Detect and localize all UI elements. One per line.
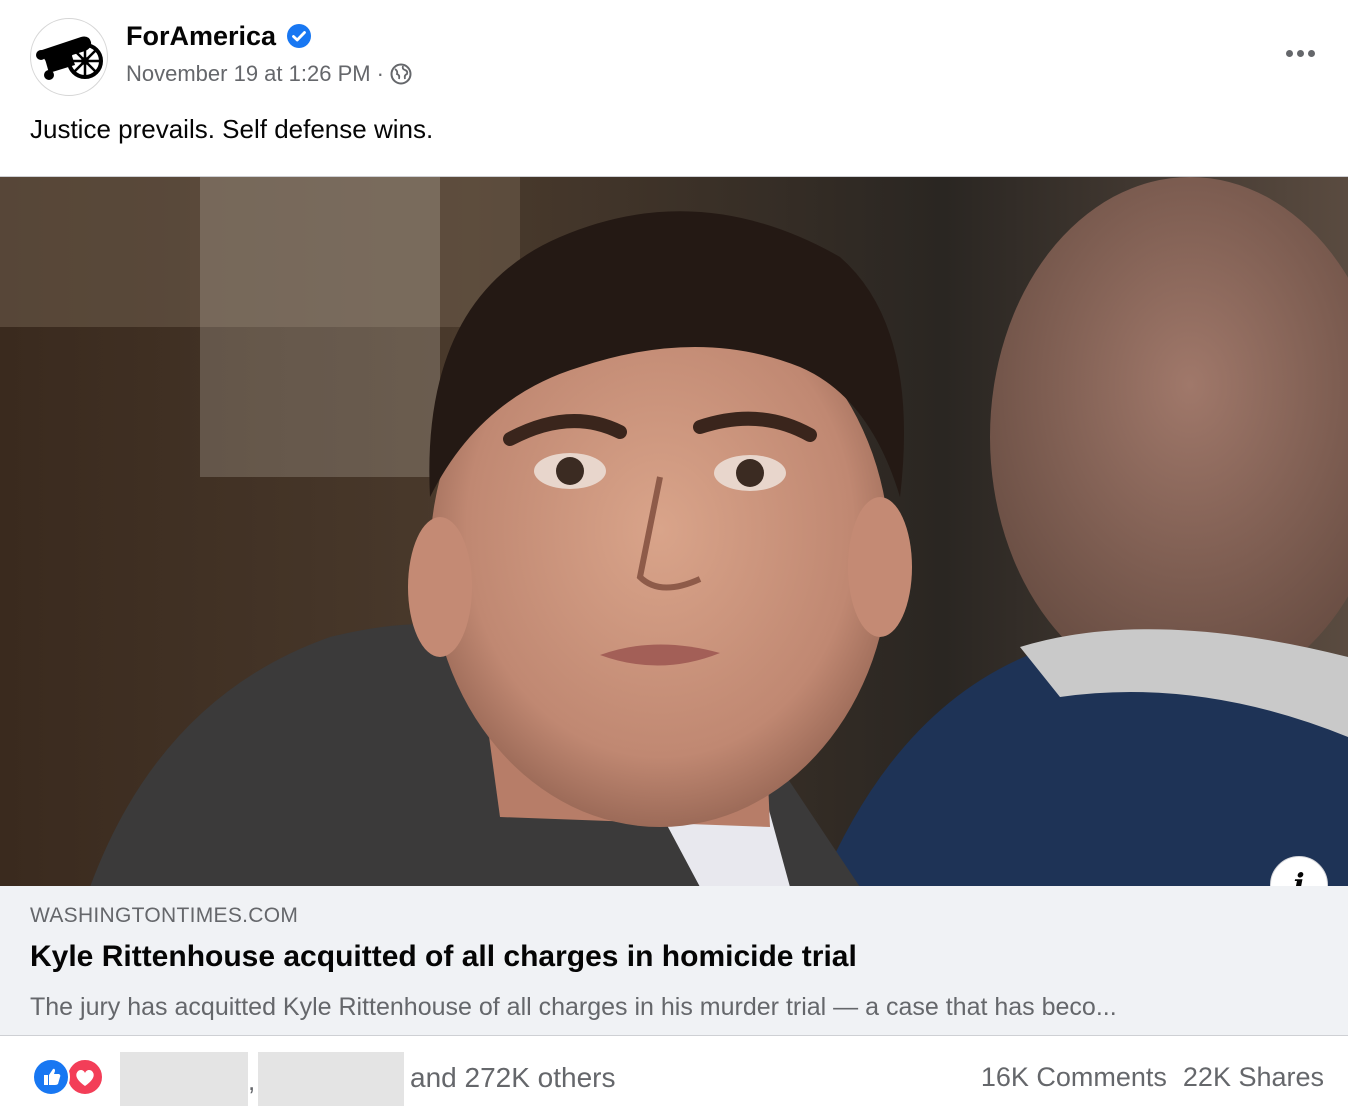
more-options-button[interactable] [1278, 38, 1322, 68]
comments-count[interactable]: 16K Comments [981, 1062, 1167, 1093]
link-title[interactable]: Kyle Rittenhouse acquitted of all charge… [30, 940, 857, 974]
post-text: Justice prevails. Self defense wins. [30, 114, 434, 144]
link-domain: WASHINGTONTIMES.COM [30, 904, 299, 927]
name-separator: , [248, 1066, 256, 1096]
post-meta: November 19 at 1:26 PM · [126, 58, 412, 90]
news-photo [0, 177, 1348, 886]
more-dot-2 [1296, 49, 1304, 57]
link-preview-meta[interactable]: WASHINGTONTIMES.COM Kyle Rittenhouse acq… [0, 886, 1348, 1036]
redacted-name-2 [258, 1052, 404, 1106]
more-dot-3 [1307, 49, 1315, 57]
verified-badge-icon [286, 23, 312, 49]
love-reaction-icon [66, 1058, 104, 1096]
engagement-counts: 16K Comments 22K Shares [981, 1062, 1324, 1093]
link-preview-image[interactable] [0, 176, 1348, 886]
post-header: ForAmerica November 19 at 1:26 PM · [0, 0, 1348, 110]
reaction-icons[interactable] [32, 1058, 112, 1098]
more-dot-1 [1285, 49, 1293, 57]
page-name[interactable]: ForAmerica [126, 21, 276, 52]
redacted-name-1 [120, 1052, 248, 1106]
globe-icon [390, 63, 412, 85]
cannon-icon [36, 36, 103, 80]
link-description: The jury has acquitted Kyle Rittenhouse … [30, 993, 1117, 1021]
page-name-row: ForAmerica [126, 18, 312, 54]
post-timestamp[interactable]: November 19 at 1:26 PM [126, 61, 371, 87]
facebook-post: ForAmerica November 19 at 1:26 PM · Just… [0, 0, 1348, 1118]
shares-count[interactable]: 22K Shares [1183, 1062, 1324, 1093]
meta-separator: · [376, 61, 384, 86]
engagement-bar: , and 272K others 16K Comments 22K Share… [0, 1036, 1348, 1118]
page-avatar[interactable] [30, 18, 108, 96]
like-reaction-icon [32, 1058, 70, 1096]
reactions-count-text[interactable]: and 272K others [410, 1062, 616, 1094]
link-preview-card[interactable]: i WASHINGTONTIMES.COM Kyle Rittenhouse a… [0, 176, 1348, 1036]
